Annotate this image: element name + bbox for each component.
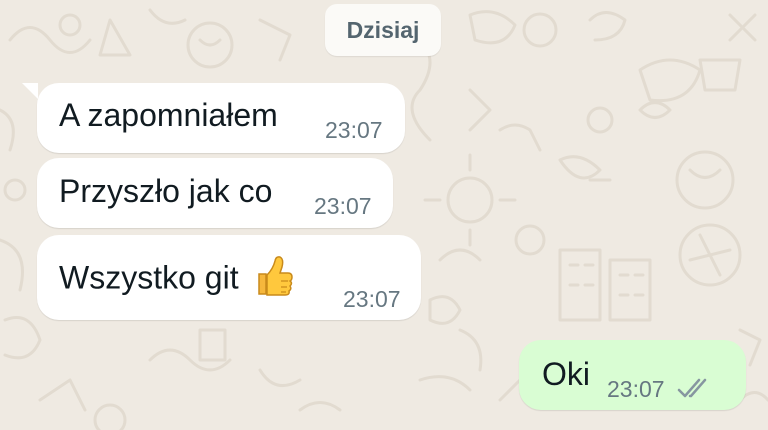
message-bubble-incoming[interactable]: A zapomniałem 23:07 (37, 83, 405, 153)
message-text: Przyszło jak co (59, 173, 273, 209)
bubble-tail (22, 83, 38, 99)
message-time: 23:07 (325, 117, 383, 143)
message-text: Oki (542, 356, 590, 392)
message-text: A zapomniałem (59, 97, 278, 133)
message-bubble-outgoing[interactable]: Oki 23:07 (519, 340, 746, 410)
message-text-content: Wszystko git (59, 259, 239, 296)
message-time: 23:07 (314, 193, 372, 219)
message-bubble-incoming[interactable]: Wszystko git 23:07 (37, 235, 421, 320)
date-separator: Dzisiaj (325, 4, 441, 56)
read-ticks-icon (677, 378, 713, 405)
message-time: 23:07 (343, 286, 401, 312)
message-time: 23:07 (607, 376, 665, 402)
message-bubble-incoming[interactable]: Przyszło jak co 23:07 (37, 158, 393, 228)
thumbs-up-icon (253, 254, 294, 306)
date-separator-label: Dzisiaj (346, 16, 420, 43)
message-text: Wszystko git (59, 254, 294, 306)
